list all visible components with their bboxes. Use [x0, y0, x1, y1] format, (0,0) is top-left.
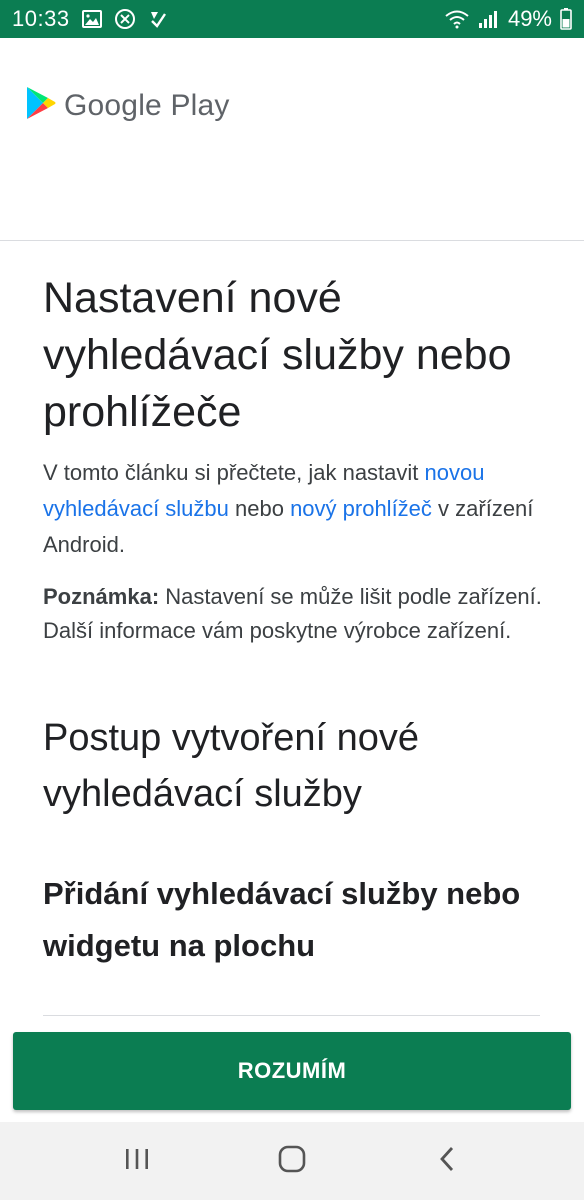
article-content: Nastavení nové vyhledávací služby nebo p…	[43, 270, 543, 972]
gallery-icon	[81, 10, 102, 28]
home-icon	[278, 1145, 306, 1178]
blocked-icon	[114, 8, 136, 30]
note-label: Poznámka:	[43, 584, 160, 609]
section-title: Postup vytvoření nové vyhledávací služby	[43, 717, 419, 815]
google-play-logo: Google Play	[26, 86, 230, 125]
status-bar: 10:33 49%	[0, 0, 584, 38]
agree-button-label: ROZUMÍM	[237, 1058, 347, 1083]
logo-text: Google Play	[64, 88, 230, 122]
divider	[43, 1015, 540, 1016]
intro-text: nebo	[228, 496, 291, 521]
back-icon	[437, 1145, 457, 1178]
note-paragraph: Poznámka: Nastavení se může lišit podle …	[43, 580, 543, 648]
header: Google Play	[0, 38, 584, 241]
battery-level: 49%	[507, 6, 552, 31]
status-right: 49%	[444, 6, 572, 32]
battery-icon	[560, 8, 572, 30]
signal-icon	[478, 9, 500, 29]
agree-button[interactable]: ROZUMÍM	[13, 1032, 571, 1110]
recents-button[interactable]	[107, 1131, 167, 1191]
system-nav-bar	[0, 1122, 584, 1200]
status-time: 10:33	[12, 6, 70, 31]
new-browser-link[interactable]: nový prohlížeč	[290, 496, 432, 521]
status-left: 10:33	[12, 6, 168, 32]
play-store-triangle-icon	[26, 86, 56, 125]
recents-icon	[124, 1147, 150, 1176]
back-button[interactable]	[417, 1131, 477, 1191]
button-bar: ROZUMÍM	[0, 1022, 584, 1122]
download-check-icon	[148, 9, 168, 29]
wifi-icon	[444, 9, 470, 29]
home-button[interactable]	[262, 1131, 322, 1191]
article-title: Nastavení nové vyhledávací služby nebo p…	[43, 274, 512, 436]
subsection-title[interactable]: Přidání vyhledávací služby nebo widgetu …	[43, 868, 543, 972]
intro-text: V tomto článku si přečtete, jak nastavit	[43, 460, 425, 485]
article-intro: V tomto článku si přečtete, jak nastavit…	[43, 455, 543, 563]
